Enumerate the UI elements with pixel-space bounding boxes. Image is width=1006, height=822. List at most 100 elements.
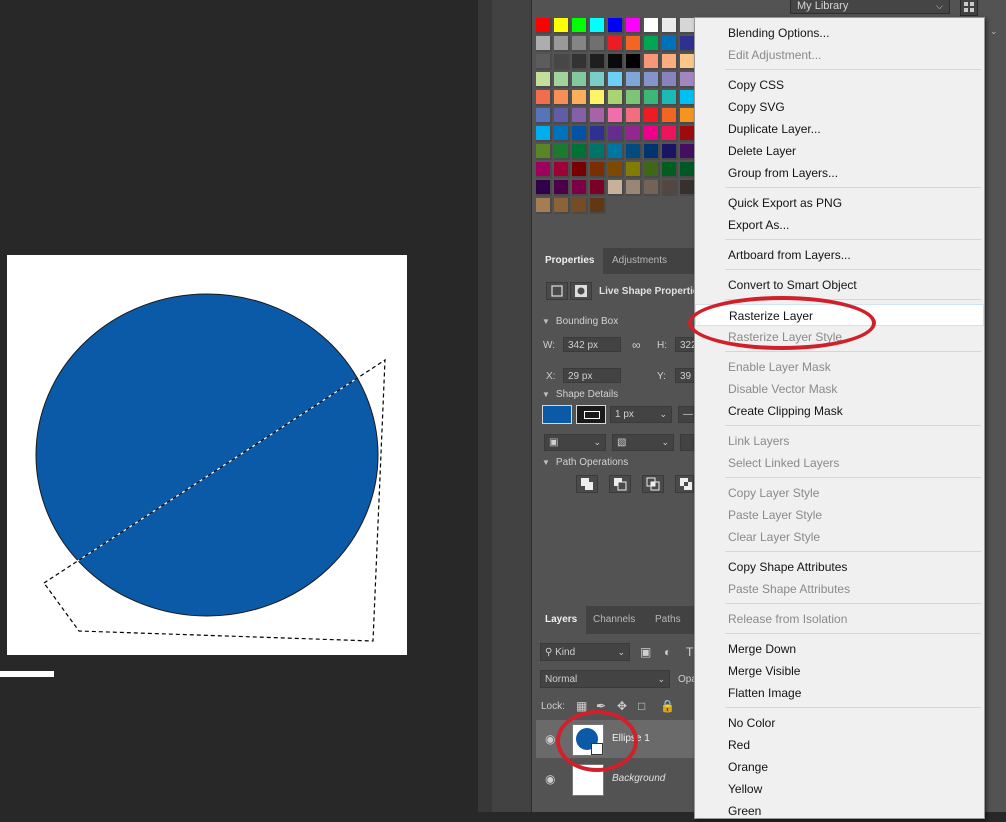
tab-layers[interactable]: Layers xyxy=(536,606,587,634)
color-swatch[interactable] xyxy=(608,162,624,178)
color-swatch[interactable] xyxy=(536,36,552,52)
color-swatch[interactable] xyxy=(572,54,588,70)
color-swatch[interactable] xyxy=(590,198,606,214)
bounding-box-section[interactable]: ▼ Bounding Box xyxy=(536,316,694,327)
color-swatch[interactable] xyxy=(572,144,588,160)
color-swatch[interactable] xyxy=(572,18,588,34)
color-swatch[interactable] xyxy=(590,72,606,88)
color-swatch[interactable] xyxy=(572,90,588,106)
color-swatch[interactable] xyxy=(626,144,642,160)
color-swatch[interactable] xyxy=(536,90,552,106)
color-swatch[interactable] xyxy=(644,18,660,34)
color-swatch[interactable] xyxy=(608,90,624,106)
color-swatch[interactable] xyxy=(608,180,624,196)
color-swatch[interactable] xyxy=(536,54,552,70)
color-swatch[interactable] xyxy=(554,36,570,52)
color-swatch[interactable] xyxy=(662,54,678,70)
adjustment-filter-icon[interactable]: ◐ xyxy=(664,645,671,659)
color-swatch[interactable] xyxy=(554,72,570,88)
menu-item-convert-to-smart-object[interactable]: Convert to Smart Object xyxy=(695,274,984,296)
layer-name[interactable]: Background xyxy=(612,773,665,784)
color-swatch[interactable] xyxy=(662,36,678,52)
tab-paths[interactable]: Paths xyxy=(646,606,690,634)
color-swatch[interactable] xyxy=(572,72,588,88)
color-swatch[interactable] xyxy=(608,108,624,124)
color-swatch[interactable] xyxy=(626,18,642,34)
canvas-area[interactable] xyxy=(0,0,478,812)
color-swatch[interactable] xyxy=(536,18,552,34)
mask-properties-icon[interactable] xyxy=(570,282,592,300)
color-swatch[interactable] xyxy=(590,90,606,106)
menu-item-flatten-image[interactable]: Flatten Image xyxy=(695,682,984,704)
menu-item-blending-options[interactable]: Blending Options... xyxy=(695,22,984,44)
tab-channels[interactable]: Channels xyxy=(584,606,644,634)
stroke-color-swatch[interactable] xyxy=(576,405,606,424)
color-swatch[interactable] xyxy=(536,126,552,142)
color-swatch[interactable] xyxy=(644,144,660,160)
color-swatch[interactable] xyxy=(590,180,606,196)
color-swatch[interactable] xyxy=(536,108,552,124)
color-swatch[interactable] xyxy=(626,36,642,52)
color-swatch[interactable] xyxy=(536,144,552,160)
color-swatch[interactable] xyxy=(608,144,624,160)
menu-item-artboard-from-layers[interactable]: Artboard from Layers... xyxy=(695,244,984,266)
layer-filter-dropdown[interactable]: ⚲ Kind ⌄ xyxy=(540,643,630,661)
menu-item-merge-down[interactable]: Merge Down xyxy=(695,638,984,660)
color-swatch[interactable] xyxy=(626,54,642,70)
color-swatch[interactable] xyxy=(536,198,552,214)
color-swatch[interactable] xyxy=(554,108,570,124)
color-swatch[interactable] xyxy=(554,18,570,34)
menu-item-duplicate-layer[interactable]: Duplicate Layer... xyxy=(695,118,984,140)
ellipse-shape[interactable] xyxy=(35,293,379,617)
intersect-shapes-icon[interactable] xyxy=(642,475,664,493)
stroke-width-dropdown[interactable]: 1 px ⌄ xyxy=(610,406,672,423)
menu-item-copy-css[interactable]: Copy CSS xyxy=(695,74,984,96)
menu-item-group-from-layers[interactable]: Group from Layers... xyxy=(695,162,984,184)
width-field[interactable]: 342 px xyxy=(563,337,621,352)
color-swatch[interactable] xyxy=(644,36,660,52)
library-dropdown[interactable]: My Library ⌵ xyxy=(790,0,950,14)
color-swatch[interactable] xyxy=(554,54,570,70)
shape-details-section[interactable]: ▼ Shape Details xyxy=(536,389,694,400)
color-swatch[interactable] xyxy=(662,162,678,178)
color-swatch[interactable] xyxy=(626,72,642,88)
color-swatch[interactable] xyxy=(662,180,678,196)
color-swatch[interactable] xyxy=(554,162,570,178)
document-canvas[interactable] xyxy=(7,255,407,655)
menu-item-copy-svg[interactable]: Copy SVG xyxy=(695,96,984,118)
color-swatch[interactable] xyxy=(608,126,624,142)
stroke-type-dropdown[interactable]: — xyxy=(678,406,694,423)
fill-color-swatch[interactable] xyxy=(542,405,572,424)
color-swatch[interactable] xyxy=(644,90,660,106)
grid-view-icon[interactable] xyxy=(960,0,978,16)
color-swatch[interactable] xyxy=(590,144,606,160)
color-swatch[interactable] xyxy=(608,18,624,34)
stroke-align-dropdown[interactable]: ▣ ⌄ xyxy=(544,434,606,451)
combine-shapes-icon[interactable] xyxy=(576,475,598,493)
path-operations-section[interactable]: ▼ Path Operations xyxy=(536,457,694,468)
color-swatch[interactable] xyxy=(644,180,660,196)
color-swatch[interactable] xyxy=(572,180,588,196)
color-swatch[interactable] xyxy=(626,162,642,178)
stroke-join-dropdown[interactable] xyxy=(680,434,694,451)
color-swatch[interactable] xyxy=(536,162,552,178)
stroke-cap-dropdown[interactable]: ▧ ⌄ xyxy=(612,434,674,451)
color-swatch[interactable] xyxy=(536,72,552,88)
x-field[interactable]: 29 px xyxy=(563,368,621,383)
menu-item-yellow[interactable]: Yellow xyxy=(695,778,984,800)
color-swatch[interactable] xyxy=(554,90,570,106)
link-icon[interactable]: ∞ xyxy=(632,338,641,352)
menu-item-copy-shape-attributes[interactable]: Copy Shape Attributes xyxy=(695,556,984,578)
lock-artboard-icon[interactable]: □ xyxy=(638,699,645,713)
menu-item-create-clipping-mask[interactable]: Create Clipping Mask xyxy=(695,400,984,422)
color-swatch[interactable] xyxy=(554,126,570,142)
color-swatch[interactable] xyxy=(572,126,588,142)
color-swatch[interactable] xyxy=(626,108,642,124)
tab-properties[interactable]: Properties xyxy=(536,248,604,274)
color-swatch[interactable] xyxy=(662,144,678,160)
color-swatch[interactable] xyxy=(590,162,606,178)
menu-item-green[interactable]: Green xyxy=(695,800,984,822)
color-swatch[interactable] xyxy=(662,18,678,34)
canvas-scrollbar[interactable] xyxy=(0,671,54,677)
color-swatch[interactable] xyxy=(626,90,642,106)
